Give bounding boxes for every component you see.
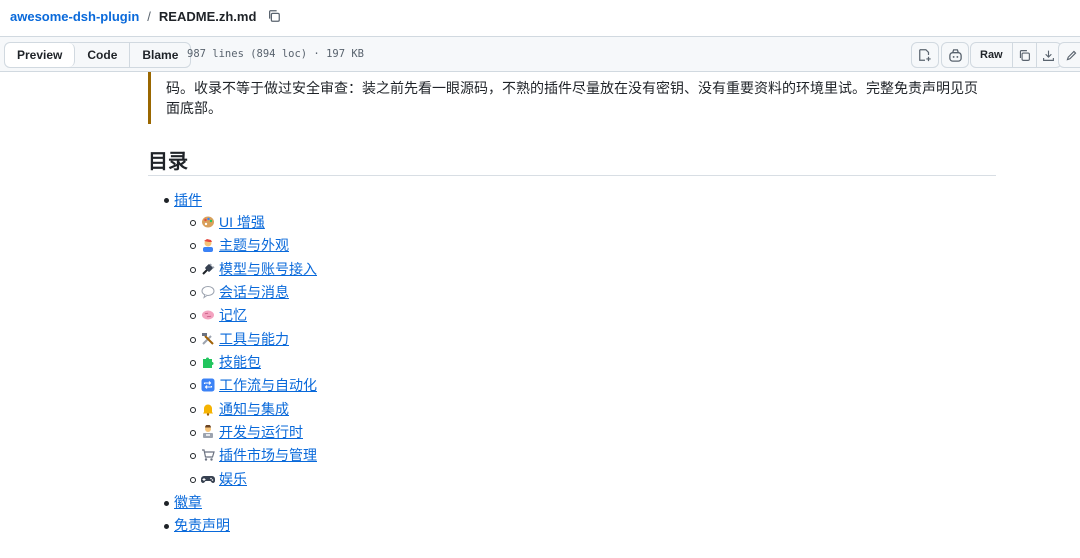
add-file-button[interactable] — [911, 42, 939, 68]
view-mode-tabs: Preview Code Blame — [4, 42, 192, 68]
copilot-button[interactable] — [941, 42, 969, 68]
list-item: 模型与账号接入 — [201, 259, 317, 279]
breadcrumb-repo-link[interactable]: awesome-dsh-plugin — [10, 9, 139, 24]
technologist-icon — [201, 424, 215, 438]
tab-blame[interactable]: Blame — [130, 43, 190, 67]
list-item: 开发与运行时 — [201, 422, 303, 442]
gamepad-icon — [201, 471, 215, 485]
list-item: UI 增强 — [201, 212, 265, 232]
toc-heading: 目录 — [148, 145, 996, 176]
breadcrumb-separator: / — [147, 8, 151, 24]
list-item: 工作流与自动化 — [201, 375, 317, 395]
list-item: 会话与消息 — [201, 282, 289, 302]
download-icon — [1043, 50, 1055, 61]
list-item: 工具与能力 — [201, 329, 289, 349]
toc-link[interactable]: 插件市场与管理 — [219, 447, 317, 463]
raw-button[interactable]: Raw — [971, 43, 1013, 67]
toc-link-plugins[interactable]: 插件 — [174, 192, 202, 208]
list-circle — [190, 337, 196, 343]
palette-icon — [201, 214, 215, 228]
tab-preview[interactable]: Preview — [5, 43, 76, 67]
list-circle — [190, 290, 196, 296]
brain-icon — [201, 307, 215, 321]
list-circle — [190, 313, 196, 319]
toc-link[interactable]: 记忆 — [219, 307, 247, 323]
bell-icon — [201, 401, 215, 416]
toc-link[interactable]: UI 增强 — [219, 214, 265, 230]
toc-link[interactable]: 开发与运行时 — [219, 424, 303, 440]
toc-item-plugins: 插件 — [174, 190, 202, 210]
plug-icon — [201, 261, 215, 275]
list-circle — [190, 360, 196, 366]
toc-link[interactable]: 模型与账号接入 — [219, 261, 317, 277]
toc-link-disclaimer[interactable]: 免责声明 — [174, 517, 230, 533]
raw-actions-group: Raw — [970, 42, 1062, 68]
tools-icon — [201, 331, 215, 345]
list-item: 通知与集成 — [201, 399, 289, 419]
cart-icon — [201, 447, 215, 461]
list-item: 技能包 — [201, 352, 261, 372]
repeat-icon — [201, 377, 215, 392]
list-circle — [190, 383, 196, 389]
notice-blockquote: 码。收录不等于做过安全审查：装之前先看一眼源码，不熟的插件尽量放在没有密钥、没有… — [148, 72, 996, 124]
list-item: 插件市场与管理 — [201, 445, 317, 465]
toc-link[interactable]: 工作流与自动化 — [219, 377, 317, 393]
list-item: 主题与外观 — [201, 235, 289, 255]
list-circle — [190, 220, 196, 226]
edit-button[interactable] — [1058, 42, 1080, 68]
speech-bubble-icon — [201, 284, 215, 299]
list-bullet — [164, 198, 169, 203]
toc-link[interactable]: 通知与集成 — [219, 401, 289, 417]
list-bullet — [164, 524, 169, 529]
list-circle — [190, 453, 196, 459]
copy-raw-button[interactable] — [1013, 43, 1037, 67]
copy-path-icon[interactable] — [266, 8, 282, 24]
toc-link-badges[interactable]: 徽章 — [174, 494, 202, 510]
toc-link[interactable]: 主题与外观 — [219, 237, 289, 253]
toc-link[interactable]: 娱乐 — [219, 471, 247, 487]
toc-link[interactable]: 技能包 — [219, 354, 261, 370]
breadcrumb: awesome-dsh-plugin / README.zh.md — [10, 8, 282, 24]
toc-item-badges: 徽章 — [174, 492, 202, 512]
toc-link[interactable]: 会话与消息 — [219, 284, 289, 300]
file-meta: 987 lines (894 loc) · 197 KB — [187, 48, 365, 60]
breadcrumb-bar: awesome-dsh-plugin / README.zh.md — [0, 0, 1080, 36]
pencil-icon — [1066, 50, 1077, 60]
list-circle — [190, 267, 196, 273]
list-bullet — [164, 501, 169, 506]
list-item: 记忆 — [201, 305, 247, 325]
tab-code[interactable]: Code — [75, 43, 131, 67]
list-item: 娱乐 — [201, 469, 247, 489]
artist-icon — [201, 237, 215, 252]
toc-item-disclaimer: 免责声明 — [174, 515, 230, 535]
copilot-icon — [948, 48, 962, 62]
list-circle — [190, 243, 196, 249]
list-circle — [190, 430, 196, 436]
breadcrumb-file-name: README.zh.md — [158, 8, 257, 24]
list-circle — [190, 477, 196, 483]
puzzle-icon — [201, 354, 215, 368]
list-circle — [190, 407, 196, 413]
toc-link[interactable]: 工具与能力 — [219, 331, 289, 347]
copy-icon — [1019, 49, 1030, 61]
notice-text: 码。收录不等于做过安全审查：装之前先看一眼源码，不熟的插件尽量放在没有密钥、没有… — [166, 80, 978, 116]
file-toolbar: Preview Code Blame 987 lines (894 loc) ·… — [0, 36, 1080, 72]
file-plus-icon — [919, 49, 931, 62]
